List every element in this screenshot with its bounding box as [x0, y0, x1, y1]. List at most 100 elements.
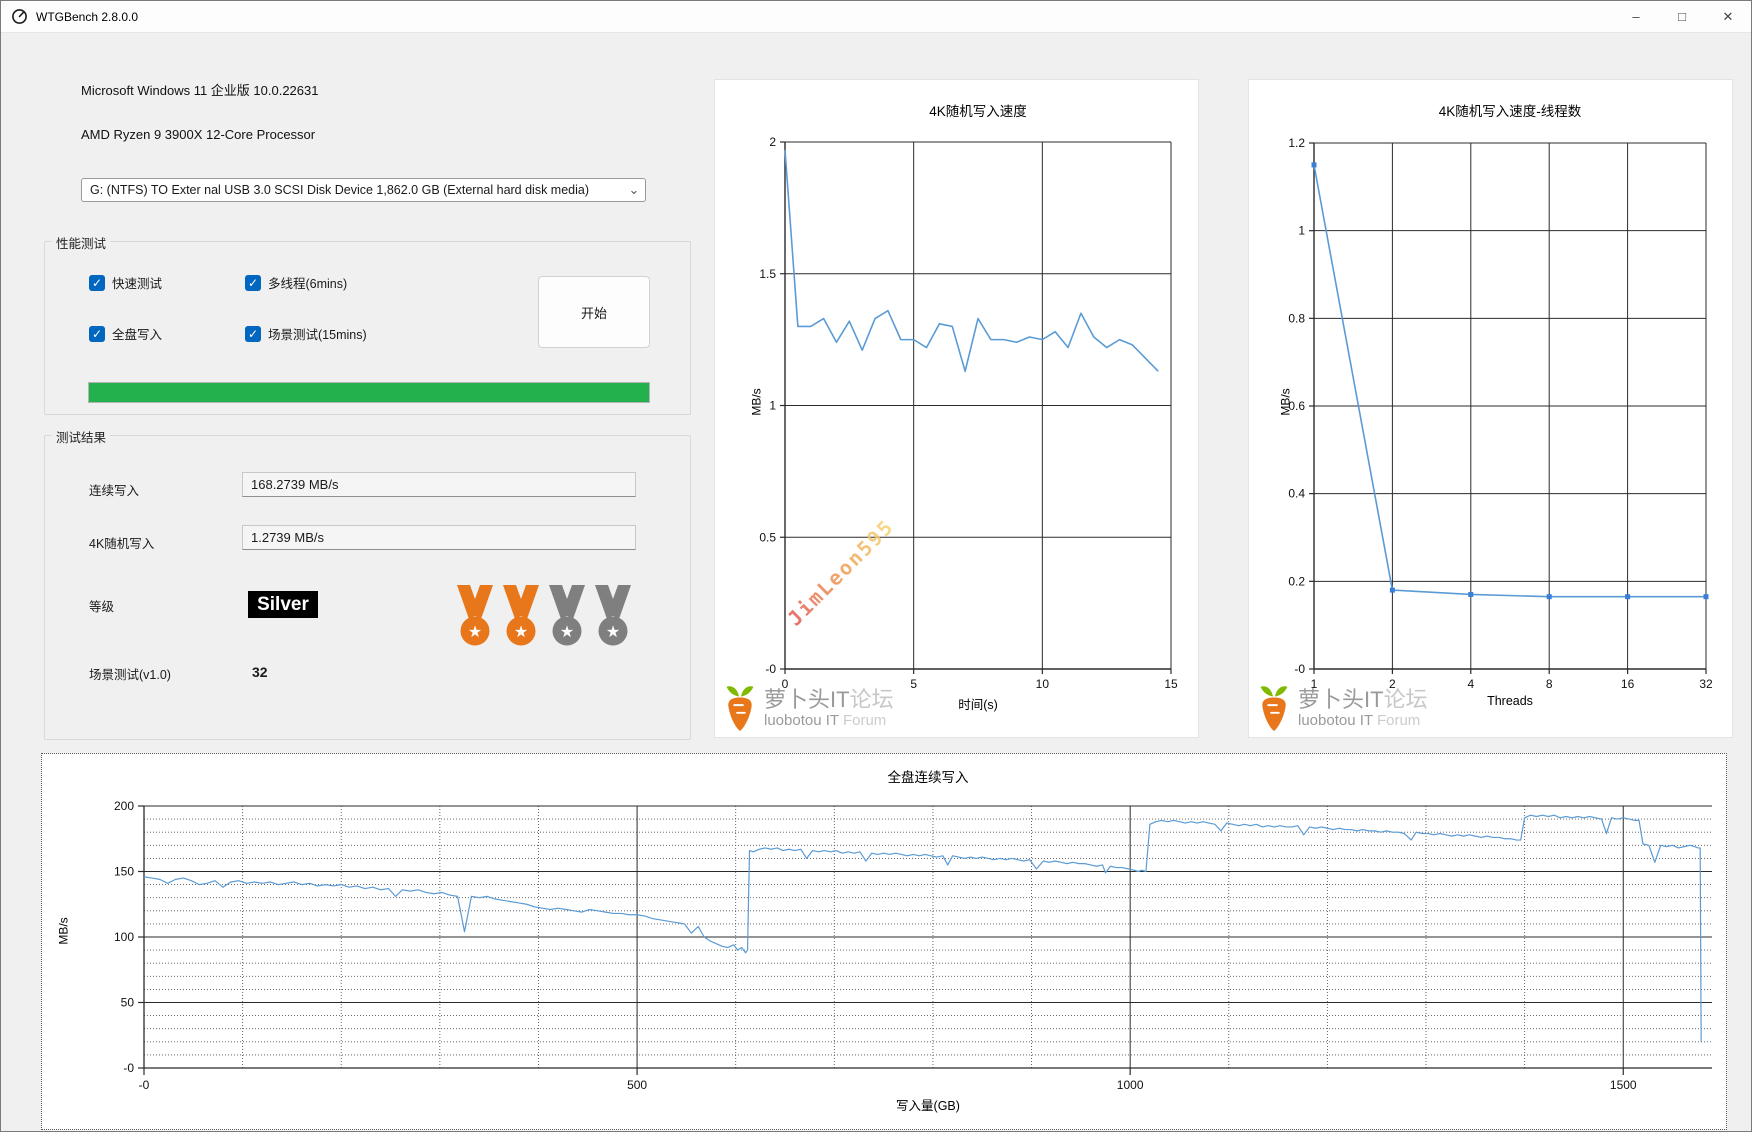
checkbox-checked-icon: ✓	[245, 326, 261, 342]
medal-earned-icon: ★	[498, 585, 544, 647]
svg-text:1.5: 1.5	[759, 267, 776, 281]
full-disk-write-chart-panel: 全盘连续写入 MB/s -050100150200-050010001500 写…	[41, 753, 1727, 1130]
chart-plot: -00.20.40.60.811.212481632	[1249, 80, 1732, 737]
performance-group-title: 性能测试	[52, 233, 110, 252]
svg-text:1.2: 1.2	[1288, 136, 1305, 150]
results-group-title: 测试结果	[52, 427, 110, 446]
minimize-icon: –	[1632, 9, 1639, 24]
checkbox-multithread[interactable]: ✓ 多线程(6mins)	[245, 273, 347, 292]
svg-text:★: ★	[560, 624, 574, 641]
svg-text:0.6: 0.6	[1288, 399, 1305, 413]
checkbox-checked-icon: ✓	[245, 275, 261, 291]
progress-bar	[88, 382, 650, 403]
svg-text:★: ★	[468, 624, 482, 641]
chevron-down-icon: ⌄	[623, 180, 645, 200]
wtgbench-window: WTGBench 2.8.0.0 – □ ✕ Microsoft Windows…	[0, 0, 1752, 1132]
close-button[interactable]: ✕	[1705, 1, 1751, 32]
scenario-value: 32	[252, 664, 268, 680]
medal-earned-icon: ★	[452, 585, 498, 647]
svg-text:2: 2	[769, 135, 776, 149]
svg-text:★: ★	[514, 624, 528, 641]
rand-write-value-box[interactable]: 1.2739 MB/s	[242, 525, 636, 550]
os-info: Microsoft Windows 11 企业版 10.0.22631	[81, 80, 318, 99]
svg-text:-0: -0	[1294, 662, 1305, 676]
svg-text:100: 100	[114, 930, 134, 944]
svg-text:16: 16	[1621, 677, 1635, 691]
checkbox-label: 场景测试(15mins)	[268, 324, 367, 343]
performance-test-groupbox: 性能测试 ✓ 快速测试 ✓ 多线程(6mins) ✓ 全盘写入 ✓ 场景测试(1…	[44, 241, 691, 415]
svg-text:50: 50	[121, 996, 135, 1010]
svg-text:0.4: 0.4	[1288, 487, 1305, 501]
maximize-icon: □	[1678, 9, 1686, 24]
luobotou-watermark: 萝卜头IT论坛 luobotou IT Forum	[1257, 684, 1428, 732]
svg-text:0.2: 0.2	[1288, 574, 1305, 588]
window-title: WTGBench 2.8.0.0	[36, 10, 138, 24]
chart-4k-write-threads-panel: 4K随机写入速度-线程数 MB/s -00.20.40.60.811.21248…	[1248, 79, 1733, 738]
forum-watermark-cn-light: 论坛	[850, 687, 894, 712]
carrot-icon	[1257, 684, 1291, 732]
forum-watermark-cn: 萝卜头IT	[1298, 687, 1384, 712]
checkbox-checked-icon: ✓	[89, 275, 105, 291]
checkbox-label: 多线程(6mins)	[268, 273, 347, 292]
title-bar: WTGBench 2.8.0.0 – □ ✕	[1, 1, 1751, 33]
maximize-button[interactable]: □	[1659, 1, 1705, 32]
test-results-groupbox: 测试结果 连续写入 168.2739 MB/s 4K随机写入 1.2739 MB…	[44, 435, 691, 740]
forum-watermark-en: luobotou IT	[1298, 712, 1373, 729]
checkbox-label: 快速测试	[112, 273, 162, 292]
svg-text:1500: 1500	[1610, 1078, 1637, 1092]
forum-watermark-en-light: Forum	[1377, 712, 1420, 729]
seq-write-label: 连续写入	[89, 480, 139, 499]
svg-text:500: 500	[627, 1078, 647, 1092]
svg-text:10: 10	[1036, 677, 1050, 691]
seq-write-value-box[interactable]: 168.2739 MB/s	[242, 472, 636, 497]
drive-combobox[interactable]: G: (NTFS) TO Exter nal USB 3.0 SCSI Disk…	[81, 178, 646, 202]
start-button[interactable]: 开始	[538, 276, 650, 348]
forum-watermark-cn: 萝卜头IT	[764, 687, 850, 712]
medal-empty-icon: ★	[590, 585, 636, 647]
svg-text:200: 200	[114, 799, 134, 813]
minimize-button[interactable]: –	[1613, 1, 1659, 32]
window-controls: – □ ✕	[1613, 1, 1751, 32]
svg-text:4: 4	[1467, 677, 1474, 691]
cpu-info: AMD Ryzen 9 3900X 12-Core Processor	[81, 127, 315, 142]
scenario-label: 场景测试(v1.0)	[89, 664, 171, 683]
carrot-icon	[723, 684, 757, 732]
rand-write-label: 4K随机写入	[89, 533, 154, 552]
grade-label: 等级	[89, 596, 114, 615]
svg-text:5: 5	[910, 677, 917, 691]
seq-write-value: 168.2739 MB/s	[251, 477, 338, 492]
chart-plot: -00.511.52051015	[715, 80, 1198, 737]
chart-plot: -0 50 100 150 200 -0 500 1000 1500	[42, 754, 1726, 1129]
progress-bar-fill	[89, 383, 649, 402]
rand-write-value: 1.2739 MB/s	[251, 530, 324, 545]
forum-watermark-en: luobotou IT	[764, 712, 839, 729]
checkbox-full-disk-write[interactable]: ✓ 全盘写入	[89, 324, 162, 343]
svg-text:1: 1	[769, 399, 776, 413]
svg-text:-0: -0	[765, 662, 776, 676]
medal-empty-icon: ★	[544, 585, 590, 647]
chart-4k-random-write-panel: 4K随机写入速度 MB/s -00.511.52051015 时间(s) Jim…	[714, 79, 1199, 738]
start-button-label: 开始	[581, 303, 607, 322]
close-icon: ✕	[1723, 9, 1734, 25]
svg-text:15: 15	[1164, 677, 1178, 691]
svg-text:1: 1	[1298, 224, 1305, 238]
svg-text:1000: 1000	[1117, 1078, 1144, 1092]
medal-list: ★ ★ ★ ★	[452, 585, 636, 647]
forum-watermark-cn-light: 论坛	[1384, 687, 1428, 712]
gauge-icon	[11, 8, 28, 25]
svg-text:150: 150	[114, 865, 134, 879]
svg-text:-0: -0	[139, 1078, 150, 1092]
checkbox-checked-icon: ✓	[89, 326, 105, 342]
svg-text:8: 8	[1546, 677, 1553, 691]
svg-text:-0: -0	[123, 1061, 134, 1075]
grade-badge: Silver	[248, 591, 318, 618]
forum-watermark-en-light: Forum	[843, 712, 886, 729]
svg-text:0.5: 0.5	[759, 530, 776, 544]
checkbox-scenario-test[interactable]: ✓ 场景测试(15mins)	[245, 324, 367, 343]
svg-text:0.8: 0.8	[1288, 311, 1305, 325]
svg-text:★: ★	[606, 624, 620, 641]
x-axis-label: 写入量(GB)	[144, 1095, 1712, 1114]
checkbox-label: 全盘写入	[112, 324, 162, 343]
checkbox-quick-test[interactable]: ✓ 快速测试	[89, 273, 162, 292]
luobotou-watermark: 萝卜头IT论坛 luobotou IT Forum	[723, 684, 894, 732]
